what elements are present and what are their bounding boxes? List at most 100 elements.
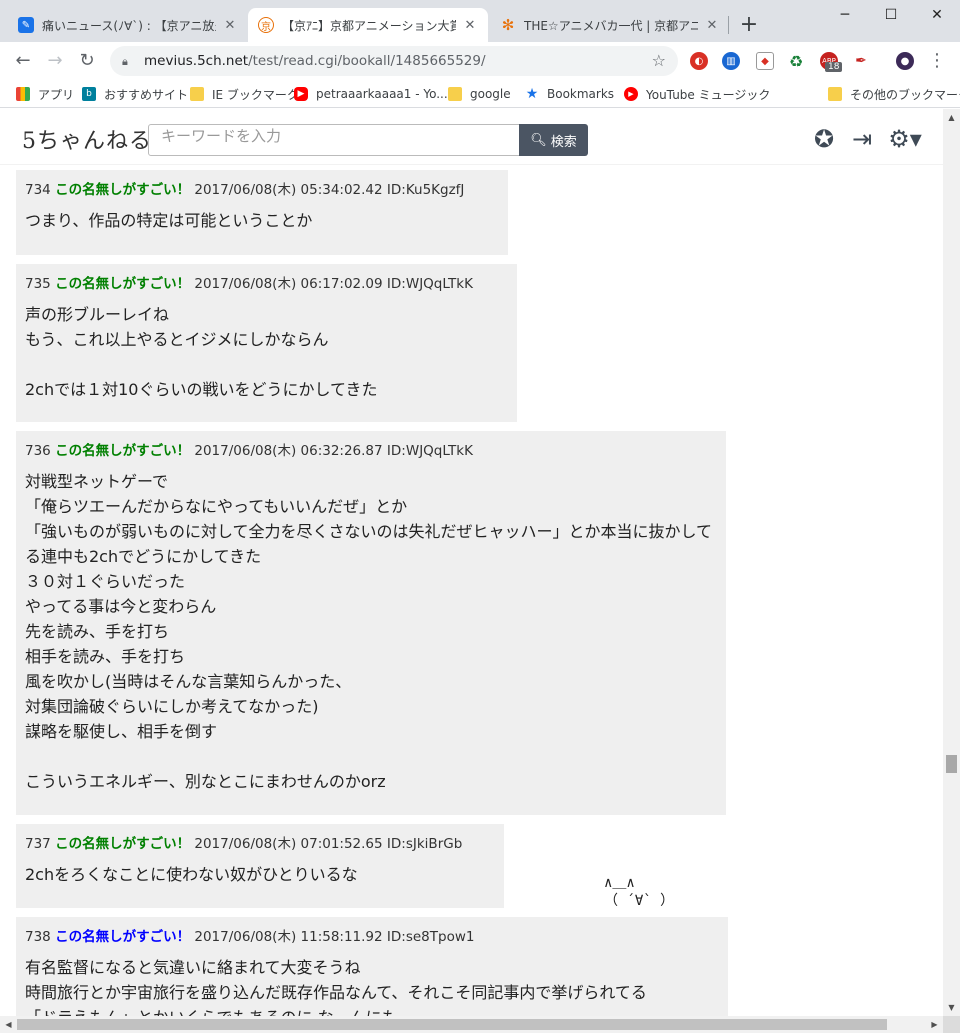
post-body: 声の形ブルーレイね もう、これ以上やるとイジメにしかならん 2chでは１対10ぐ… [25,305,378,399]
scroll-down-arrow-icon[interactable]: ▼ [943,999,960,1016]
folder-icon [190,87,204,101]
post-date: 2017/06/08(木) 05:34:02.42 [194,182,383,198]
post-id[interactable]: ID:Ku5KgzfJ [387,182,465,198]
scrollbar-corner [943,1016,960,1033]
close-icon[interactable]: ✕ [222,18,238,33]
tab-itai-news[interactable]: ✎ 痛いニュース(ﾉ∀`) : 【京アニ放火】 著 ✕ [8,8,248,42]
kyoani-icon: 京 [258,17,274,33]
window-close-button[interactable]: ✕ [914,0,960,30]
folder-icon [828,87,842,101]
badge-icon[interactable]: ✪ [810,125,838,153]
bookmark-osusume[interactable]: b おすすめサイト [82,85,188,103]
tab-separator [728,16,729,34]
page-content: 5ちゃんねる キーワードを入力 🔍︎ 検索 ✪ ⇥ ⚙▾ 734 この名無しがす… [0,109,943,1016]
post-number[interactable]: 738 [25,929,51,945]
scroll-right-arrow-icon[interactable]: ▶ [926,1016,943,1033]
scroll-left-arrow-icon[interactable]: ◀ [0,1016,17,1033]
post-body: 2chをろくなことに使わない奴がひとりいるな [25,865,358,884]
close-icon[interactable]: ✕ [704,18,720,33]
bookmark-youtube-channel[interactable]: ▶ petraaarkaaaa1 - Yo... [294,85,448,103]
post-body: つまり、作品の特定は可能ということか [25,211,313,230]
site-logo[interactable]: 5ちゃんねる [22,123,152,155]
post-735: 735 この名無しがすごい！ 2017/06/08(木) 06:17:02.09… [16,264,517,422]
trend-micro-icon[interactable]: ◐ [690,52,708,70]
post-id[interactable]: ID:se8Tpow1 [387,929,475,945]
post-id[interactable]: ID:WJQqLTkK [387,276,473,292]
post-meta: 734 この名無しがすごい！ 2017/06/08(木) 05:34:02.42… [25,178,499,198]
reload-button[interactable]: ↻ [74,48,100,74]
post-id[interactable]: ID:WJQqLTkK [387,443,473,459]
post-author: この名無しがすごい！ [55,182,191,198]
sparkle-icon: ✻ [501,16,515,34]
settings-gear-icon[interactable]: ⚙▾ [886,125,924,153]
scroll-up-arrow-icon[interactable]: ▲ [943,109,960,126]
bookmark-label: petraaarkaaaa1 - Yo... [316,87,448,101]
youtube-icon: ▶ [294,87,308,101]
new-tab-button[interactable]: + [736,12,762,38]
youtube-music-icon: ▶ [624,87,638,101]
post-number[interactable]: 735 [25,276,51,292]
post-number[interactable]: 737 [25,836,51,852]
close-icon[interactable]: ✕ [462,18,478,33]
forward-button[interactable]: → [42,48,68,74]
post-meta: 735 この名無しがすごい！ 2017/06/08(木) 06:17:02.09… [25,272,508,292]
horizontal-scrollbar[interactable]: ◀ ▶ [0,1016,943,1033]
search-input[interactable]: キーワードを入力 [148,124,520,156]
profile-avatar[interactable]: ● [896,52,914,70]
post-author[interactable]: この名無しがすごい！ [55,929,190,945]
login-icon[interactable]: ⇥ [848,125,876,153]
back-button[interactable]: ← [10,48,36,74]
tab-kyoani-thread[interactable]: 京 【京ｱﾆ】京都アニメーション大賞【KAIX ✕ [248,8,488,42]
post-id[interactable]: ID:sJkiBrGb [387,836,462,852]
adblock-count-badge: 18 [825,62,843,72]
vertical-scrollbar[interactable]: ▲ ▼ [943,109,960,1016]
post-737: 737 この名無しがすごい！ 2017/06/08(木) 07:01:52.65… [16,824,504,908]
museum-icon[interactable]: ▥ [722,52,740,70]
tab-anime-baka[interactable]: ✻ THE☆アニメバカ一代 | 京都アニメーシ ✕ [490,8,730,42]
maximize-button[interactable]: ☐ [868,0,914,30]
horizontal-scroll-thumb[interactable] [17,1019,887,1030]
post-736: 736 この名無しがすごい！ 2017/06/08(木) 06:32:26.87… [16,431,726,815]
post-body: 対戦型ネットゲーで 「俺らツエーんだからなにやってもいいんだぜ」とか 「強いもの… [25,472,713,791]
bookmark-label: google [470,87,511,101]
pdf-icon[interactable]: ✒ [852,52,870,70]
recycle-icon[interactable]: ♻ [787,52,805,71]
tab-strip: ✎ 痛いニュース(ﾉ∀`) : 【京アニ放火】 著 ✕ 京 【京ｱﾆ】京都アニメ… [0,0,960,42]
shield-icon[interactable]: ◆ [756,52,774,70]
header-divider [0,164,943,165]
post-number[interactable]: 734 [25,182,51,198]
tab-title: THE☆アニメバカ一代 | 京都アニメーシ [524,18,698,33]
url-host: mevius.5ch.net [144,53,249,69]
bookmark-youtube-music[interactable]: ▶ YouTube ミュージック [624,85,770,103]
post-author: この名無しがすごい！ [55,836,191,852]
bookmark-bookmarks[interactable]: ★ Bookmarks [525,85,614,103]
tab-title: 痛いニュース(ﾉ∀`) : 【京アニ放火】 著 [42,18,216,33]
address-bar[interactable]: 🔒︎ mevius.5ch.net/test/read.cgi/bookall/… [110,46,678,76]
bookmark-ie[interactable]: IE ブックマーク [190,85,299,103]
bing-icon: b [82,87,96,101]
browser-menu-button[interactable]: ⋮ [924,48,950,74]
bookmark-star-icon[interactable]: ☆ [652,51,666,70]
bookmark-apps[interactable]: アプリ [16,85,74,103]
post-author: この名無しがすごい！ [55,276,191,292]
lock-icon: 🔒︎ [122,55,128,68]
post-meta: 737 この名無しがすごい！ 2017/06/08(木) 07:01:52.65… [25,832,495,852]
browser-toolbar: ← → ↻ 🔒︎ mevius.5ch.net/test/read.cgi/bo… [0,42,960,80]
bookmark-other[interactable]: その他のブックマーク [828,85,960,103]
ascii-art-cat: ∧＿∧ （ ´∀` ） [604,875,675,909]
post-meta: 736 この名無しがすごい！ 2017/06/08(木) 06:32:26.87… [25,439,717,459]
post-738: 738 この名無しがすごい！ 2017/06/08(木) 11:58:11.92… [16,917,728,1016]
folder-icon [448,87,462,101]
post-author: この名無しがすごい！ [55,443,191,459]
bookmark-label: おすすめサイト [104,87,189,102]
bookmark-google[interactable]: google [448,85,511,103]
post-number[interactable]: 736 [25,443,51,459]
search-button[interactable]: 🔍︎ 検索 [519,124,588,156]
minimize-button[interactable]: ─ [822,0,868,30]
pen-icon: ✎ [18,17,34,33]
vertical-scroll-thumb[interactable] [946,755,957,773]
bookmark-label: Bookmarks [547,87,615,101]
post-date: 2017/06/08(木) 07:01:52.65 [194,836,383,852]
post-body: 有名監督になると気違いに絡まれて大変そうね 時間旅行とか宇宙旅行を盛り込んだ既存… [25,958,647,1016]
bookmark-label: アプリ [38,87,75,102]
